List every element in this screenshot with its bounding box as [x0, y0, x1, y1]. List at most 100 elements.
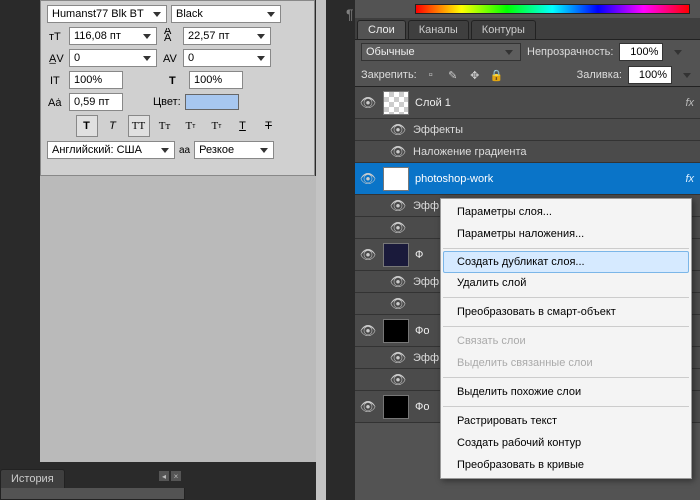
antialias-dropdown[interactable]: Резкое — [194, 141, 274, 159]
tab-channels[interactable]: Каналы — [408, 20, 469, 39]
lock-brush-icon[interactable]: ✎ — [445, 67, 461, 83]
font-style-value: Black — [176, 8, 203, 20]
opacity-input[interactable]: 100% — [619, 43, 663, 61]
svg-text:тТ: тТ — [49, 31, 61, 43]
layer-thumbnail[interactable] — [383, 395, 409, 419]
chevron-down-icon — [502, 45, 516, 59]
visibility-icon[interactable]: 👁 — [389, 144, 407, 160]
menu-separator — [443, 406, 689, 407]
menu-delete-layer[interactable]: Удалить слой — [441, 272, 691, 294]
visibility-icon[interactable]: 👁 — [389, 274, 407, 290]
menu-rasterize-text[interactable]: Растрировать текст — [441, 410, 691, 432]
menu-work-path[interactable]: Создать рабочий контур — [441, 432, 691, 454]
lock-transparency-icon[interactable]: ▫ — [423, 67, 439, 83]
tracking-dropdown[interactable]: 0 — [183, 49, 271, 67]
vscale-input[interactable]: 100% — [69, 71, 123, 89]
layer-name: Ф — [415, 249, 423, 261]
visibility-icon[interactable]: 👁 — [389, 296, 407, 312]
visibility-icon[interactable]: 👁 — [389, 372, 407, 388]
layer-name: Слой 1 — [415, 97, 451, 109]
fill-label: Заливка: — [577, 69, 622, 81]
superscript-button[interactable]: Tт — [180, 115, 202, 137]
menu-duplicate-layer[interactable]: Создать дубликат слоя... — [443, 251, 689, 273]
history-panel: История ◂ × — [0, 469, 185, 500]
visibility-icon[interactable]: 👁 — [359, 247, 377, 263]
menu-to-curves[interactable]: Преобразовать в кривые — [441, 454, 691, 476]
menu-separator — [443, 248, 689, 249]
fx-badge[interactable]: fx — [685, 173, 694, 185]
bold-button[interactable]: T — [76, 115, 98, 137]
menu-overlay-params[interactable]: Параметры наложения... — [441, 223, 691, 245]
chevron-down-icon — [140, 51, 154, 65]
chevron-down-icon — [150, 7, 164, 21]
menu-layer-params[interactable]: Параметры слоя... — [441, 201, 691, 223]
menu-link-layers: Связать слои — [441, 330, 691, 352]
layer-thumbnail[interactable]: T — [383, 167, 409, 191]
layer-name: photoshop-work — [415, 173, 493, 185]
font-size-dropdown[interactable]: 116,08 пт — [69, 27, 157, 45]
chevron-down-icon — [254, 29, 268, 43]
visibility-icon[interactable]: 👁 — [389, 220, 407, 236]
color-spectrum[interactable] — [415, 4, 690, 14]
chevron-down-icon — [257, 143, 271, 157]
aa-label: aа — [179, 145, 190, 156]
tab-paths[interactable]: Контуры — [471, 20, 536, 39]
layer-thumbnail[interactable] — [383, 91, 409, 115]
language-dropdown[interactable]: Английский: США — [47, 141, 175, 159]
chevron-down-icon[interactable] — [680, 68, 694, 82]
visibility-icon[interactable]: 👁 — [389, 350, 407, 366]
visibility-icon[interactable]: 👁 — [359, 323, 377, 339]
visibility-icon[interactable]: 👁 — [359, 171, 377, 187]
kerning-dropdown[interactable]: 0 — [69, 49, 157, 67]
baseline-input[interactable]: 0,59 пт — [69, 93, 123, 111]
collapse-icon[interactable]: ◂ — [159, 471, 169, 481]
svg-text:T: T — [169, 75, 176, 87]
lock-all-icon[interactable]: 🔒 — [489, 67, 505, 83]
color-swatch[interactable] — [185, 94, 239, 110]
svg-text:А: А — [164, 32, 172, 44]
visibility-icon[interactable]: 👁 — [389, 122, 407, 138]
lock-move-icon[interactable]: ✥ — [467, 67, 483, 83]
smallcaps-button[interactable]: Tᴛ — [154, 115, 176, 137]
visibility-icon[interactable]: 👁 — [389, 198, 407, 214]
layer-row[interactable]: 👁 Слой 1 fx — [355, 87, 700, 119]
fx-badge[interactable]: fx — [685, 97, 694, 109]
effects-row[interactable]: 👁 Эффекты — [355, 119, 700, 141]
font-family-dropdown[interactable]: Humanst77 Blk BT — [47, 5, 167, 23]
menu-select-similar[interactable]: Выделить похожие слои — [441, 381, 691, 403]
layer-row-selected[interactable]: 👁 T photoshop-work fx — [355, 163, 700, 195]
close-icon[interactable]: × — [171, 471, 181, 481]
vscale-icon: IT — [47, 71, 65, 89]
menu-convert-smart[interactable]: Преобразовать в смарт-объект — [441, 301, 691, 323]
leading-icon: АА — [161, 27, 179, 45]
layer-name: Фо — [415, 325, 429, 337]
svg-text:Аẚ: Аẚ — [48, 97, 62, 109]
visibility-icon[interactable]: 👁 — [359, 95, 377, 111]
tab-layers[interactable]: Слои — [357, 20, 406, 39]
underline-button[interactable]: T — [232, 115, 254, 137]
color-label: Цвет: — [153, 96, 181, 108]
allcaps-button[interactable]: TT — [128, 115, 150, 137]
layer-thumbnail[interactable] — [383, 243, 409, 267]
effect-item-row[interactable]: 👁 Наложение градиента — [355, 141, 700, 163]
italic-button[interactable]: T — [102, 115, 124, 137]
chevron-down-icon[interactable] — [671, 45, 685, 59]
blend-mode-dropdown[interactable]: Обычные — [361, 43, 521, 61]
visibility-icon[interactable]: 👁 — [359, 399, 377, 415]
subscript-button[interactable]: Tт — [206, 115, 228, 137]
effect-name: Наложение градиента — [413, 146, 527, 158]
layer-context-menu: Параметры слоя... Параметры наложения...… — [440, 198, 692, 479]
hscale-input[interactable]: 100% — [189, 71, 243, 89]
font-style-dropdown[interactable]: Black — [171, 5, 281, 23]
tab-history[interactable]: История — [0, 469, 65, 488]
panel-tab-bar: Слои Каналы Контуры — [355, 18, 700, 40]
effects-label: Эффекты — [413, 124, 463, 136]
font-family-value: Humanst77 Blk BT — [52, 8, 144, 20]
fill-input[interactable]: 100% — [628, 66, 672, 84]
hscale-icon: T — [167, 71, 185, 89]
leading-dropdown[interactable]: 22,57 пт — [183, 27, 271, 45]
layer-thumbnail[interactable] — [383, 319, 409, 343]
menu-separator — [443, 377, 689, 378]
strikethrough-button[interactable]: T — [258, 115, 280, 137]
menu-separator — [443, 326, 689, 327]
